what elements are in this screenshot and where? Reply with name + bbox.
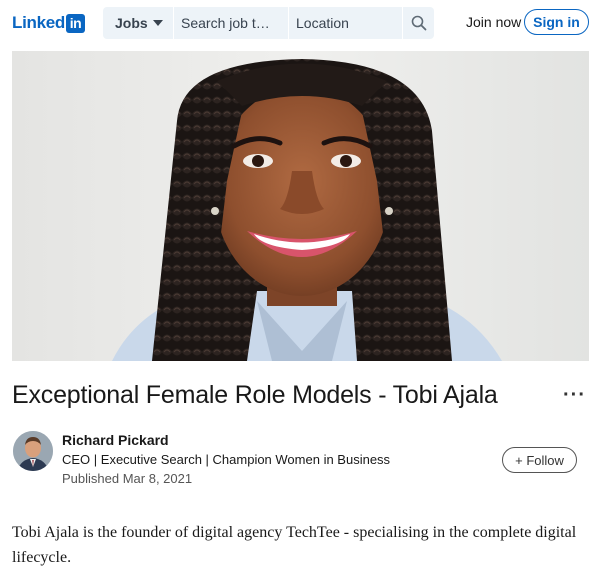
- avatar-illustration: [13, 431, 53, 471]
- logo-wordmark: Linked: [12, 13, 65, 32]
- follow-button[interactable]: + Follow: [502, 447, 577, 473]
- caret-down-icon: [152, 20, 163, 26]
- search-button[interactable]: [402, 7, 434, 39]
- author-avatar[interactable]: [13, 431, 53, 471]
- article-title: Exceptional Female Role Models - Tobi Aj…: [12, 381, 498, 409]
- join-now-link[interactable]: Join now: [466, 14, 521, 30]
- location-field[interactable]: [288, 7, 402, 39]
- author-name[interactable]: Richard Pickard: [62, 432, 169, 448]
- logo-box: in: [66, 13, 85, 33]
- jobs-dropdown[interactable]: Jobs: [103, 7, 173, 39]
- portrait-illustration: [12, 51, 589, 361]
- article-body-paragraph: Tobi Ajala is the founder of digital age…: [12, 524, 577, 566]
- article-cover-image: [12, 51, 589, 361]
- linkedin-logo[interactable]: Linked in: [12, 13, 85, 33]
- search-icon: [411, 15, 426, 31]
- more-options-icon[interactable]: ···: [563, 385, 586, 405]
- keyword-input[interactable]: [181, 15, 288, 31]
- location-input[interactable]: [296, 15, 402, 31]
- sign-in-button[interactable]: Sign in: [524, 9, 589, 35]
- keyword-field[interactable]: [173, 7, 288, 39]
- top-nav: Linked in Jobs Join now Sign in: [0, 0, 600, 46]
- author-headline: CEO | Executive Search | Champion Women …: [62, 452, 391, 467]
- published-date: Published Mar 8, 2021: [62, 471, 193, 486]
- jobs-dropdown-label: Jobs: [115, 15, 148, 31]
- job-search-bar: Jobs: [103, 7, 434, 39]
